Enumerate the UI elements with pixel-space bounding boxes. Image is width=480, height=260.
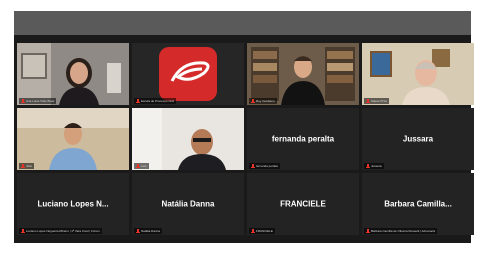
participant-tile-11[interactable]: FRANCIELE FRANCIELE (247, 173, 359, 235)
participant-caption: Ruy Veridiano (249, 98, 277, 104)
participant-caption: Escola de Processo Civil (134, 98, 177, 104)
participant-tile-7[interactable]: fernanda peralta fernanda peralta (247, 108, 359, 170)
microphone-muted-icon (251, 98, 255, 103)
participant-video-2 (132, 43, 244, 105)
participant-caption-label: Jussara (371, 163, 382, 168)
participant-video-6 (132, 108, 244, 170)
participant-caption: Luis (134, 163, 149, 169)
participant-tile-1[interactable]: Ana Luiza Vilas Boas (17, 43, 129, 105)
participant-caption: Júlio (19, 163, 35, 169)
participant-display-name: Jussara (402, 134, 434, 144)
microphone-muted-icon (366, 228, 370, 233)
participant-caption-label: FRANCIELE (256, 228, 273, 233)
participant-display-name: FRANCIELE (280, 199, 326, 209)
participant-caption-label: Barbara Camilla de Oliveira Rossetti | A… (371, 228, 436, 233)
participant-caption-label: Luis (141, 163, 147, 168)
participant-tile-2[interactable]: Escola de Processo Civil (132, 43, 244, 105)
participant-tile-5[interactable]: Júlio (17, 108, 129, 170)
participant-tile-8[interactable]: Jussara Jussara (362, 108, 474, 170)
participant-tile-9[interactable]: Luciano Lopes N... Luciano Lopes Nogueir… (17, 173, 129, 235)
microphone-muted-icon (136, 163, 140, 168)
participant-caption-label: Júlio (26, 163, 33, 168)
participant-caption-label: Ana Luiza Vilas Boas (26, 98, 55, 103)
meeting-window: Ana Luiza Vilas Boas Escola de Processo … (14, 11, 474, 243)
participant-tile-12[interactable]: Barbara Camilla... Barbara Camilla de Ol… (362, 173, 474, 235)
microphone-muted-icon (21, 228, 25, 233)
participant-tile-4[interactable]: Salete Pinto (362, 43, 474, 105)
microphone-muted-icon (136, 228, 140, 233)
participant-video-3 (247, 43, 359, 105)
participant-tile-6[interactable]: Luis (132, 108, 244, 170)
participant-caption: FRANCIELE (249, 228, 275, 234)
participant-caption-label: Natália Danna (141, 228, 161, 233)
participant-caption-label: fernanda peralta (256, 163, 278, 168)
participant-caption: Luciano Lopes Nogueira Ribeiro | 1ª Vara… (19, 228, 102, 234)
participant-caption: Jussara (364, 163, 384, 169)
participant-caption-label: Ruy Veridiano (256, 98, 275, 103)
participant-display-name: Natália Danna (161, 199, 215, 209)
microphone-muted-icon (21, 98, 25, 103)
participant-display-name: Luciano Lopes N... (37, 199, 109, 209)
participant-video-4 (362, 43, 474, 105)
participant-tile-10[interactable]: Natália Danna Natália Danna (132, 173, 244, 235)
participant-caption: fernanda peralta (249, 163, 280, 169)
microphone-muted-icon (251, 163, 255, 168)
microphone-muted-icon (366, 163, 370, 168)
participant-caption: Barbara Camilla de Oliveira Rossetti | A… (364, 228, 438, 234)
microphone-muted-icon (366, 98, 370, 103)
microphone-muted-icon (21, 163, 25, 168)
participant-display-name: fernanda peralta (271, 134, 335, 144)
microphone-muted-icon (251, 228, 255, 233)
participant-display-name: Barbara Camilla... (384, 199, 452, 209)
participant-caption: Salete Pinto (364, 98, 390, 104)
participant-caption: Natália Danna (134, 228, 163, 234)
microphone-muted-icon (136, 98, 140, 103)
video-gallery-grid: Ana Luiza Vilas Boas Escola de Processo … (17, 43, 474, 239)
participant-caption-label: Luciano Lopes Nogueira Ribeiro | 1ª Vara… (26, 228, 100, 233)
participant-video-1 (17, 43, 129, 105)
meeting-top-bar (14, 11, 471, 35)
participant-caption-label: Escola de Processo Civil (141, 98, 175, 103)
participant-tile-3-active-speaker[interactable]: Ruy Veridiano (247, 43, 359, 105)
participant-video-5 (17, 108, 129, 170)
participant-caption: Ana Luiza Vilas Boas (19, 98, 57, 104)
participant-caption-label: Salete Pinto (371, 98, 388, 103)
